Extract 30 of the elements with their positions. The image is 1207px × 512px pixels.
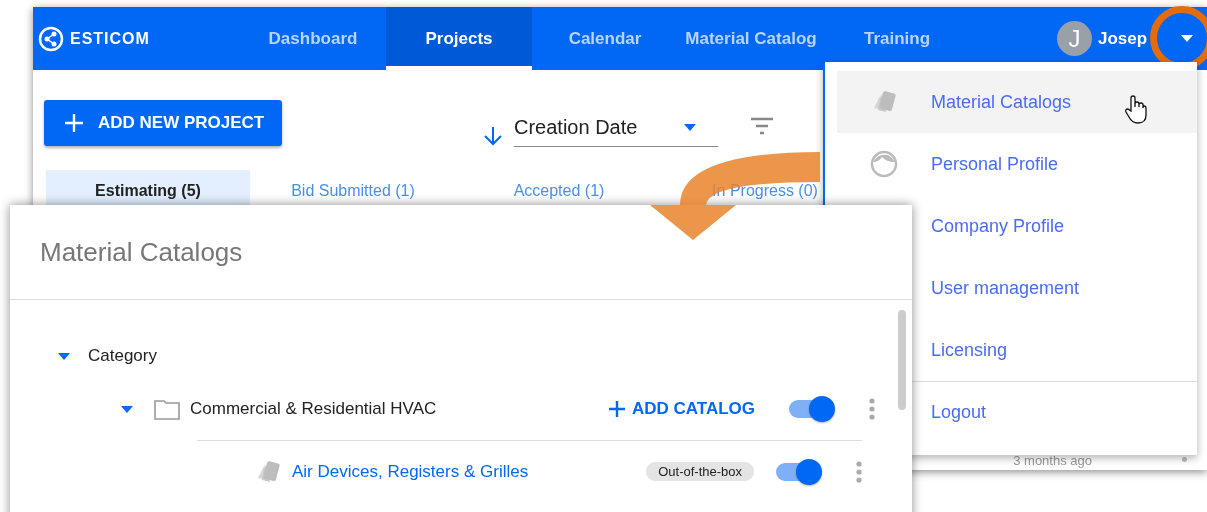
expand-caret-icon[interactable]	[121, 405, 133, 413]
tree-label[interactable]: Commercial & Residential HVAC	[190, 399, 437, 419]
folder-icon	[154, 398, 180, 420]
filter-icon[interactable]	[750, 116, 774, 135]
user-name[interactable]: Josep	[1098, 28, 1148, 49]
menu-item[interactable]: Material Catalogs	[837, 71, 1197, 133]
caret-icon[interactable]	[1181, 35, 1194, 42]
menu-item[interactable]: Personal Profile	[837, 133, 1197, 195]
add-catalog-button[interactable]: ADD CATALOG	[607, 399, 755, 419]
sort-down-icon[interactable]	[482, 124, 504, 147]
nav-tab[interactable]: Projects	[386, 7, 532, 70]
catalog-badge: Out-of-the-box	[646, 462, 754, 481]
nav-tab[interactable]: Dashboard	[240, 7, 386, 70]
plus-icon	[64, 112, 84, 133]
logo-text: ESTICOM	[70, 29, 150, 48]
scrollbar[interactable]	[898, 310, 906, 410]
user-avatar[interactable]: J	[1057, 21, 1092, 56]
hand-cursor-icon	[1125, 95, 1147, 125]
face-icon	[870, 150, 898, 178]
tree-label[interactable]: Category	[88, 346, 157, 366]
nav-tab[interactable]: Material Catalog	[678, 7, 824, 70]
row-time: 3 months ago	[1013, 453, 1092, 469]
nav-tab[interactable]: Calendar	[532, 7, 678, 70]
add-project-button[interactable]: ADD NEW PROJECT	[44, 99, 282, 146]
logo-icon	[38, 25, 64, 52]
catalog-link[interactable]: Air Devices, Registers & Grilles	[292, 461, 529, 482]
expand-caret-icon[interactable]	[58, 352, 70, 360]
plus-icon	[607, 400, 626, 418]
caret-icon[interactable]	[684, 123, 696, 131]
sort-select[interactable]: Creation Date	[514, 108, 718, 147]
